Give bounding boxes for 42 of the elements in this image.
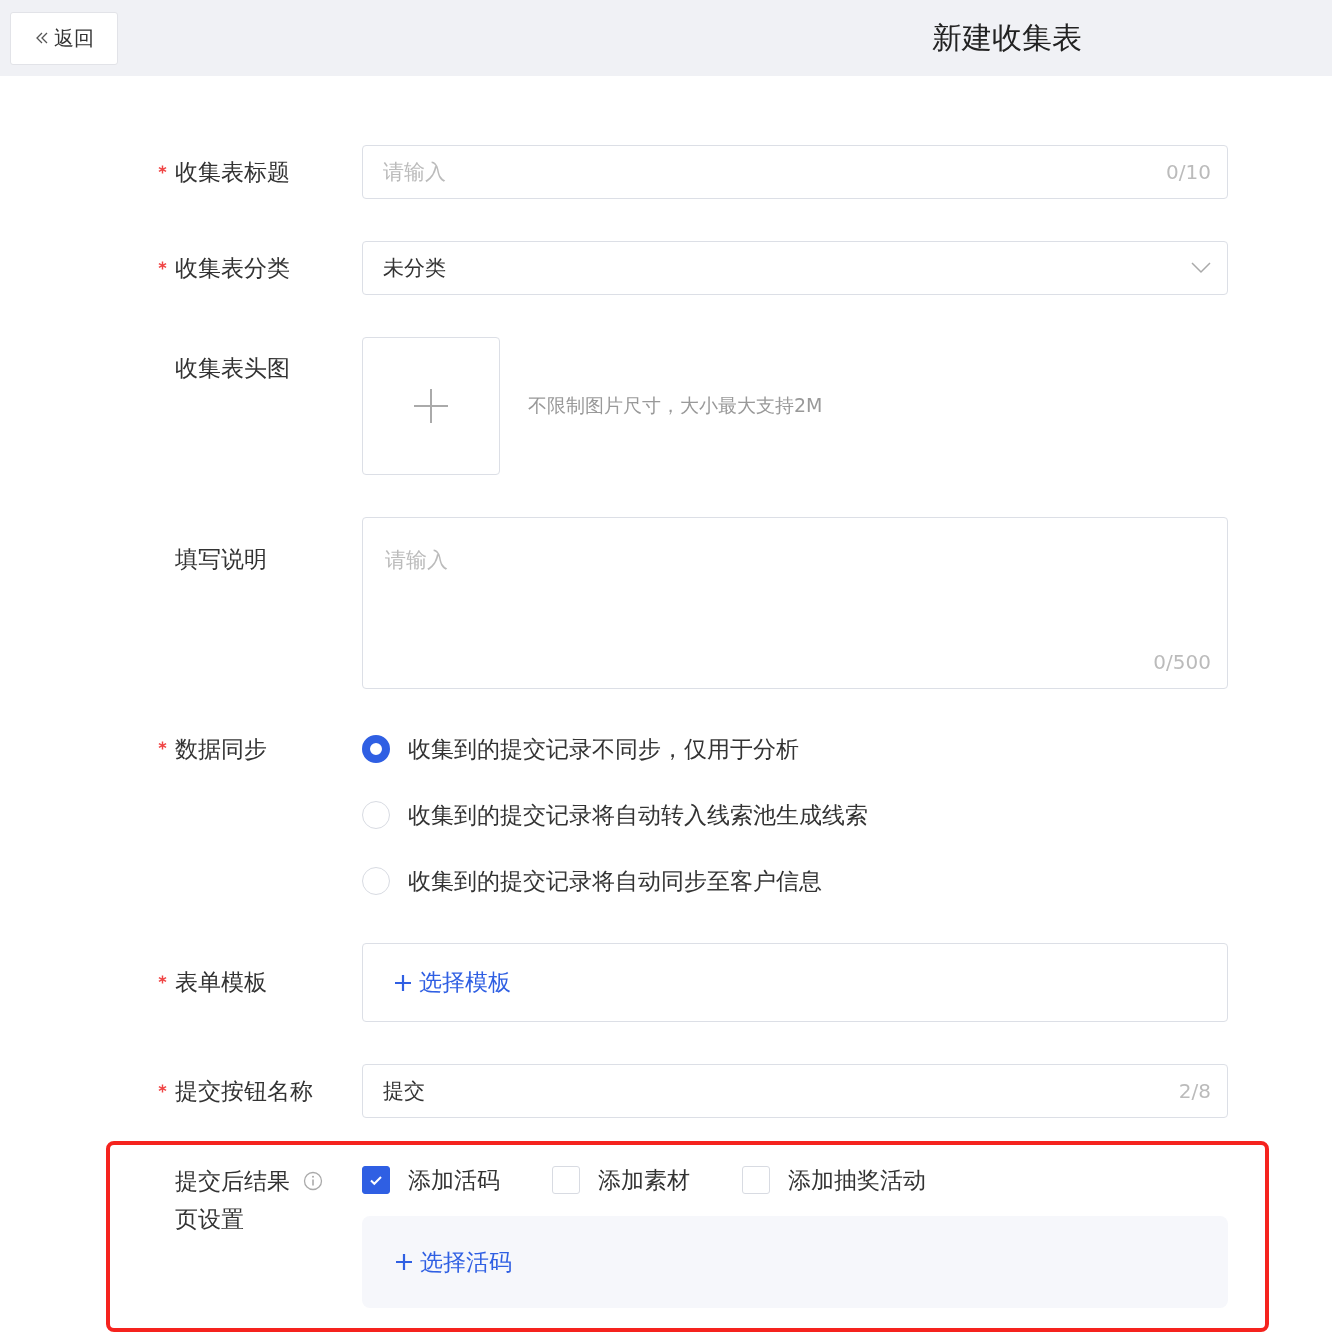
textarea-placeholder: 请输入 (385, 548, 448, 572)
field-label: 收集表头图 (175, 354, 291, 383)
plus-icon (396, 1254, 412, 1270)
page-title: 新建收集表 (931, 18, 1083, 57)
radio-button[interactable] (362, 735, 390, 763)
field-label: 表单模板 (175, 968, 268, 997)
input-value: 提交 (383, 1078, 425, 1105)
select-template-link[interactable]: 选择模板 (395, 967, 511, 998)
radio-label: 收集到的提交记录将自动同步至客户信息 (408, 866, 822, 896)
radio-option[interactable]: 收集到的提交记录将自动同步至客户信息 (362, 861, 1228, 901)
category-select[interactable]: 未分类 (362, 241, 1228, 295)
field-label: 提交后结果页设置 (175, 1167, 291, 1234)
double-chevron-left-icon (34, 30, 50, 46)
field-label: 收集表标题 (175, 158, 291, 187)
plus-icon (414, 389, 448, 423)
select-qr-code-link[interactable]: 选择活码 (396, 1246, 512, 1278)
back-button[interactable]: 返回 (10, 11, 118, 65)
checkbox-option[interactable]: 添加活码 (362, 1164, 500, 1196)
input-placeholder: 请输入 (383, 159, 446, 186)
radio-label: 收集到的提交记录不同步，仅用于分析 (408, 734, 799, 764)
info-icon[interactable] (303, 1171, 323, 1191)
checkbox-option[interactable]: 添加抽奖活动 (742, 1164, 926, 1196)
chevron-down-icon (1191, 262, 1211, 274)
text-input-field[interactable]: 提交 2/8 (362, 1064, 1228, 1118)
checkbox-option[interactable]: 添加素材 (552, 1164, 690, 1196)
checkbox[interactable] (362, 1166, 390, 1194)
checkbox-label: 添加抽奖活动 (788, 1165, 926, 1195)
radio-label: 收集到的提交记录将自动转入线索池生成线索 (408, 800, 868, 830)
character-counter: 2/8 (1178, 1079, 1211, 1103)
checkbox-label: 添加活码 (408, 1165, 500, 1195)
image-upload-box[interactable] (362, 337, 500, 475)
character-counter: 0/500 (1153, 650, 1211, 674)
checkbox-label: 添加素材 (598, 1165, 690, 1195)
radio-option[interactable]: 收集到的提交记录不同步，仅用于分析 (362, 729, 1228, 769)
field-label: 提交按钮名称 (175, 1077, 314, 1106)
field-label: 收集表分类 (175, 254, 291, 283)
field-label: 填写说明 (175, 545, 268, 574)
plus-icon (395, 974, 411, 991)
field-label: 数据同步 (175, 735, 268, 764)
radio-option[interactable]: 收集到的提交记录将自动转入线索池生成线索 (362, 795, 1228, 835)
upload-hint: 不限制图片尺寸，大小最大支持2M (528, 393, 823, 418)
character-counter: 0/10 (1166, 160, 1211, 184)
